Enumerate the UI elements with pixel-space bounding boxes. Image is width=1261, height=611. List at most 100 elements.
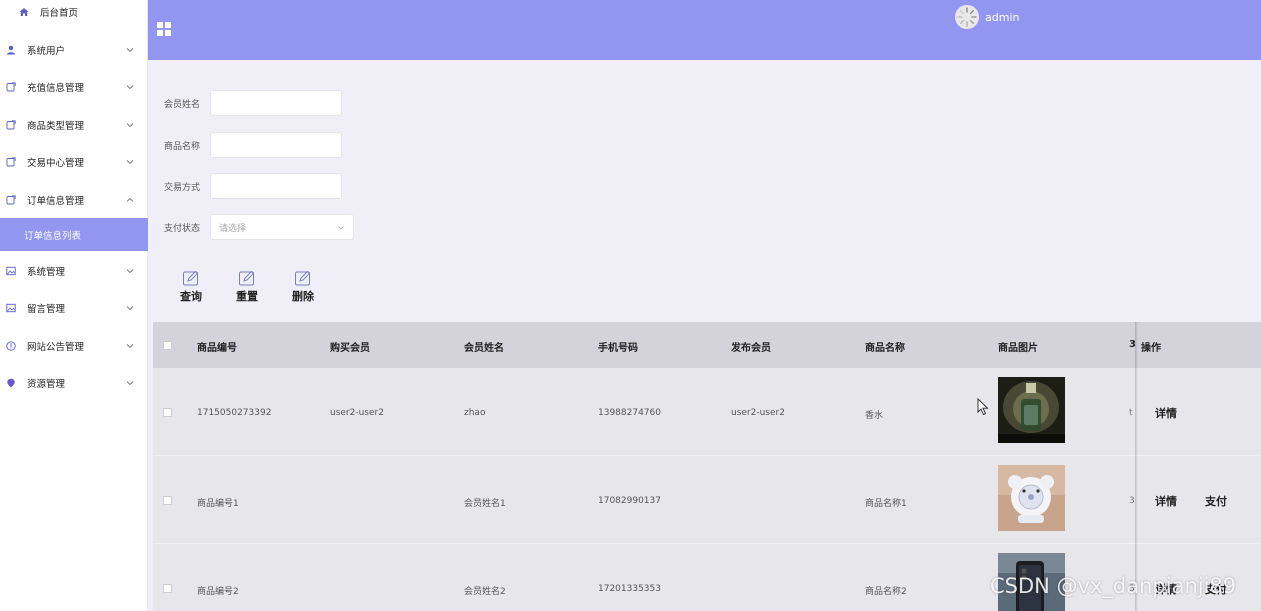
reset-button-label: 重置 [236,290,258,303]
sidebar-item-messages[interactable]: 留言管理 [0,289,148,326]
details-button[interactable]: 详情 [1155,405,1177,421]
operations-cell: 详情 [1135,368,1261,456]
column-header[interactable]: 商品编号 [197,339,237,354]
member-name-label: 会员姓名 [164,99,201,110]
column-header: 操作 [1141,343,1161,354]
trade-method-label: 交易方式 [164,182,201,193]
column-header[interactable]: 会员姓名 [464,339,504,354]
trade-method-input[interactable] [210,173,342,199]
cell-buyer: user2-user2 [330,408,384,418]
table-row: 商品编号1 会员姓名1 17082990137 商品名称1 3 [153,456,1261,544]
edit-icon [295,270,311,286]
cell-member-name: 会员姓名1 [464,499,506,509]
operations-header: 操作 [1135,322,1261,368]
document-icon [6,156,16,166]
sidebar-item-label: 交易中心管理 [27,157,85,169]
delete-button[interactable]: 删除 [285,270,321,306]
product-name-input[interactable] [210,132,342,158]
cell-product-name: 香水 [865,411,884,421]
chevron-down-icon [126,268,134,273]
member-name-input[interactable] [210,90,342,116]
cell-phone: 13988274760 [598,408,661,418]
edit-icon [183,270,199,286]
product-name-label: 商品名称 [164,141,201,152]
sidebar-subitem-label: 订单信息列表 [24,230,82,242]
user-name[interactable]: admin [985,11,1019,24]
delete-button-label: 删除 [292,290,314,303]
sidebar-item-resources[interactable]: 资源管理 [0,364,148,401]
chevron-down-icon [126,305,134,310]
column-header[interactable]: 商品图片 [998,339,1038,354]
grid-icon[interactable] [157,22,171,36]
sidebar-item-system-management[interactable]: 系统管理 [0,252,148,289]
form-row-member-name: 会员姓名 [164,89,342,117]
user-icon [7,45,15,54]
select-all-checkbox[interactable] [163,341,172,350]
sidebar-item-system-users[interactable]: 系统用户 [0,31,148,68]
sidebar-item-label: 订单信息管理 [27,195,85,207]
pay-status-select[interactable]: 请选择 [210,214,354,240]
chevron-down-icon [126,343,134,348]
chevron-down-icon [126,159,134,164]
details-button[interactable]: 详情 [1155,493,1177,509]
cell-product-name: 商品名称2 [865,587,907,597]
cell-publisher: user2-user2 [731,408,785,418]
sidebar-item-label: 资源管理 [27,378,66,390]
cell-phone: 17082990137 [598,496,661,506]
product-image-perfume[interactable] [998,377,1065,443]
chevron-up-icon [126,197,134,202]
query-button-label: 查询 [180,290,202,303]
column-header[interactable]: 购买会员 [330,339,370,354]
sidebar-subitem-order-list[interactable]: 订单信息列表 [0,218,148,251]
form-row-product-name: 商品名称 [164,131,342,159]
sidebar-item-product-types[interactable]: 商品类型管理 [0,106,148,143]
cell-product-name: 商品名称1 [865,499,907,509]
orders-table: 商品编号 购买会员 会员姓名 手机号码 发布会员 商品名称 商品图片 3 171… [153,322,1261,611]
reset-button[interactable]: 重置 [229,270,265,306]
avatar[interactable] [955,5,979,29]
edit-icon [239,270,255,286]
sidebar-item-home[interactable]: 后台首页 [0,0,148,24]
sidebar-item-label: 系统管理 [27,266,66,278]
watermark: CSDN @vx_danpianji89 [990,574,1237,598]
row-checkbox[interactable] [163,408,172,417]
sidebar-item-trading-center[interactable]: 交易中心管理 [0,143,148,180]
chevron-down-icon [126,47,134,52]
sidebar-item-orders[interactable]: 订单信息管理 [0,181,148,218]
operations-column: 操作 详情 详情 支付 详情 支付 [1135,322,1261,611]
sidebar-item-label: 系统用户 [27,45,66,57]
sidebar-item-label: 商品类型管理 [27,120,85,132]
sidebar-item-label: 网站公告管理 [27,341,85,353]
query-button[interactable]: 查询 [173,270,209,306]
column-shadow [1135,322,1138,611]
pin-icon [7,378,15,387]
document-icon [6,81,16,91]
cell-product-no: 商品编号1 [197,499,239,509]
cell-truncated: 3 [1129,496,1135,506]
pay-button[interactable]: 支付 [1205,493,1227,509]
document-icon [6,119,16,129]
info-icon [6,340,16,351]
product-image-fan[interactable] [998,465,1065,531]
top-header: admin [148,0,1261,60]
form-row-trade-method: 交易方式 [164,172,342,200]
pay-status-label: 支付状态 [164,223,201,234]
pay-status-placeholder: 请选择 [219,223,247,234]
sidebar-item-recharge[interactable]: 充值信息管理 [0,68,148,105]
row-checkbox[interactable] [163,584,172,593]
image-icon [6,266,16,275]
document-icon [6,194,16,204]
cell-product-no: 1715050273392 [197,408,272,418]
column-header[interactable]: 发布会员 [731,339,771,354]
sidebar-item-announcements[interactable]: 网站公告管理 [0,327,148,364]
column-header[interactable]: 手机号码 [598,339,638,354]
sidebar-item-label: 留言管理 [27,303,66,315]
chevron-down-icon [126,380,134,385]
chevron-down-icon [338,226,344,230]
loading-spinner-icon [955,5,979,29]
chevron-down-icon [126,122,134,127]
column-header[interactable]: 商品名称 [865,339,905,354]
sidebar-item-label: 充值信息管理 [27,82,85,94]
row-checkbox[interactable] [163,496,172,505]
cell-truncated: t [1129,408,1133,418]
